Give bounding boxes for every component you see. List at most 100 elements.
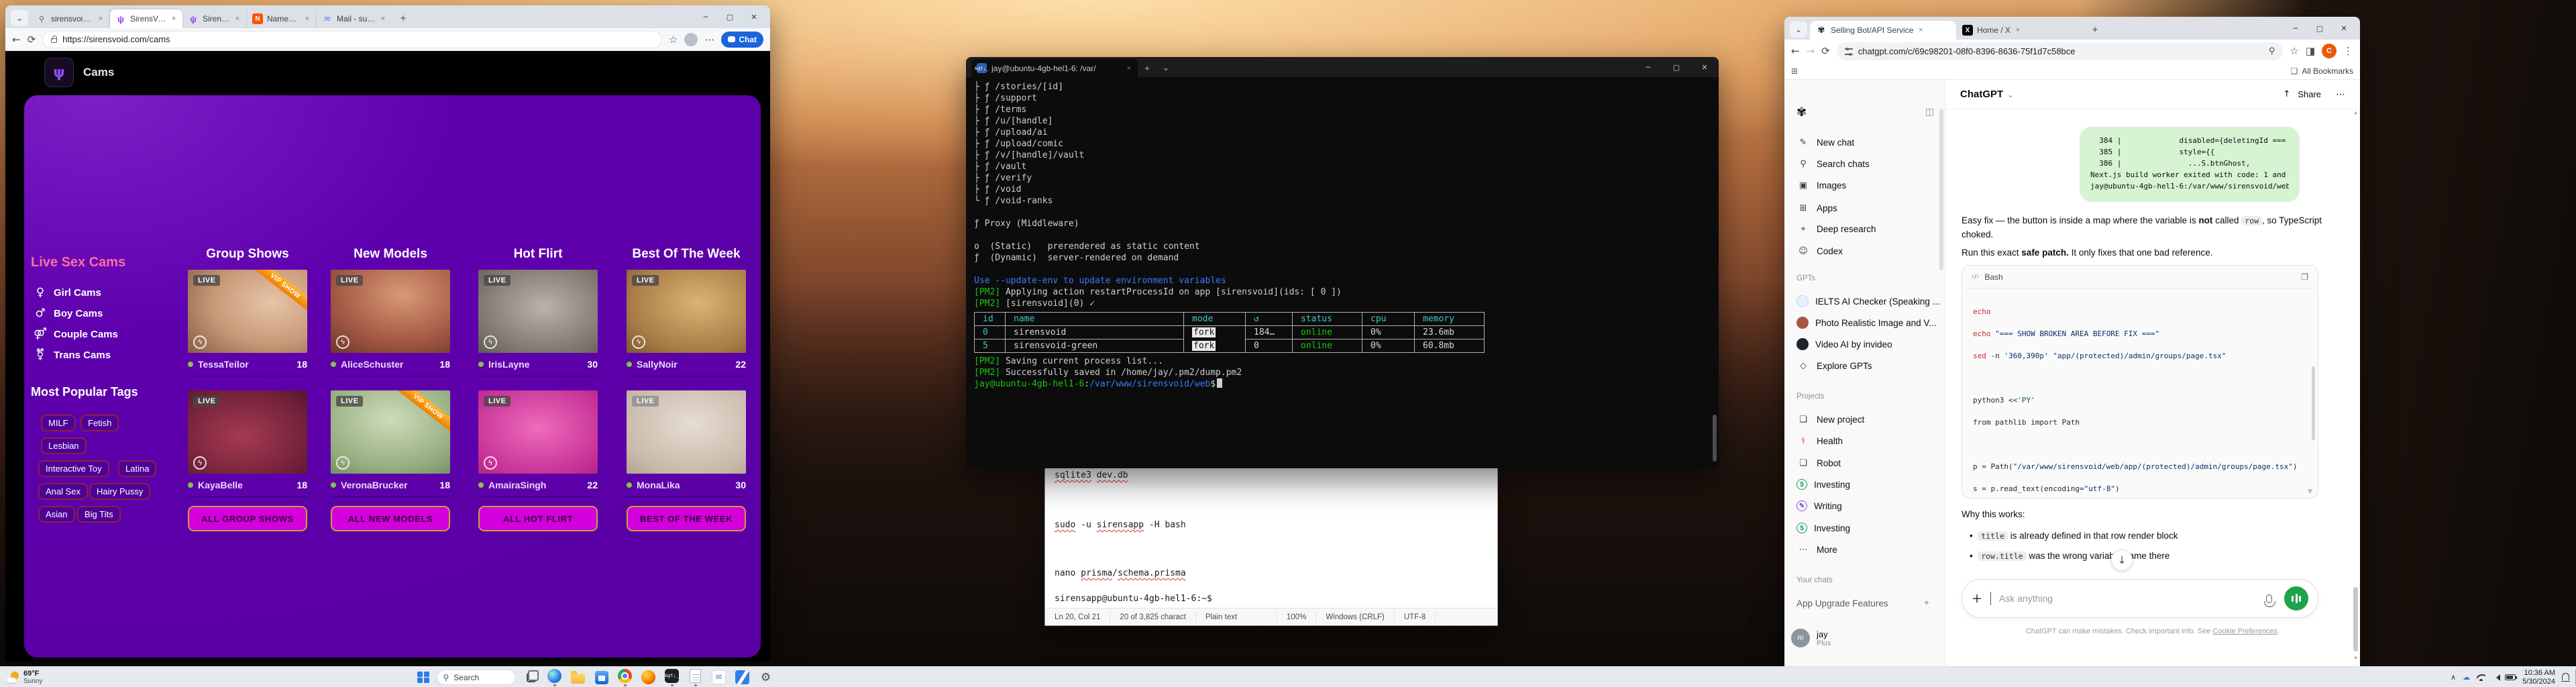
address-bar[interactable]: https://sirensvoid.com/cams [42, 31, 662, 48]
best-of-the-week-button[interactable]: BEST OF THE WEEK [627, 506, 746, 531]
model-card-thumb[interactable]: LIVE VIP SHOW ϟ [331, 390, 450, 474]
close-button[interactable]: ✕ [1690, 58, 1719, 77]
sidebar-item-deep-research[interactable]: ⌖Deep research [1784, 219, 1945, 238]
sidebar-item-video-ai[interactable]: Video AI by invideo [1784, 335, 1945, 354]
model-name-row[interactable]: VeronaBrucker 18 [331, 476, 450, 494]
browser-tab-sirensvoid-2[interactable]: ψ SirensVoid × [182, 9, 247, 28]
edge-taskbar-icon[interactable] [547, 669, 563, 686]
model-card-thumb[interactable]: LIVE ϟ [331, 270, 450, 353]
minimize-button[interactable]: ─ [2284, 19, 2308, 37]
address-bar[interactable]: chatgpt.com/c/69c98201-08f0-8396-8636-75… [1837, 42, 2284, 60]
close-button[interactable]: ✕ [742, 8, 766, 25]
back-button[interactable]: ← [12, 34, 21, 46]
forward-button[interactable]: → [1807, 45, 1815, 57]
tab-close-icon[interactable]: × [380, 15, 386, 23]
model-card-thumb[interactable]: LIVE ϟ [188, 390, 307, 474]
chat-scrollbar[interactable]: ▲ ▼ [2352, 111, 2359, 661]
tab-search-chevron[interactable]: ⌄ [11, 10, 28, 26]
refresh-button[interactable]: ⟳ [28, 34, 36, 46]
sidebar-scrollbar[interactable] [1939, 109, 1943, 270]
sidebar-item-robot[interactable]: ❏Robot [1784, 454, 1945, 472]
terminal-scrollbar[interactable] [1713, 415, 1717, 462]
notepad-taskbar-icon[interactable] [688, 669, 704, 686]
sidebar-item-girl-cams[interactable]: ♀ Girl Cams [34, 286, 101, 299]
tag-chip[interactable]: Lesbian [41, 437, 87, 454]
settings-menu-icon[interactable]: ⋯ [704, 34, 714, 46]
copy-code-icon[interactable]: ❐ [2301, 272, 2308, 282]
new-tab-button[interactable]: + [2086, 21, 2104, 38]
line-ending[interactable]: Windows (CRLF) [1316, 612, 1395, 623]
hidden-icons-chevron[interactable]: ∧ [2451, 673, 2456, 682]
sidebar-item-investing-2[interactable]: $Investing [1784, 519, 1945, 537]
sidebar-item-ielts-checker[interactable]: IELTS AI Checker (Speaking ... [1784, 292, 1945, 311]
sidebar-item-more[interactable]: ⋯More [1784, 540, 1945, 559]
sidebar-item-investing[interactable]: $Investing [1784, 475, 1945, 494]
notepad-line[interactable]: sqlite3 dev.db [1055, 470, 1128, 480]
sidebar-item-trans-cams[interactable]: ⚧ Trans Cams [34, 348, 111, 362]
conversation-menu-icon[interactable]: ⋯ [2336, 89, 2345, 100]
tab-close-icon[interactable]: × [97, 15, 104, 23]
all-hot-flirt-button[interactable]: ALL HOT FLIRT [478, 506, 598, 531]
terminal-dropdown-icon[interactable]: ⌄ [1157, 59, 1175, 77]
sidebar-item-photo-realistic[interactable]: Photo Realistic Image and V... [1784, 313, 1945, 332]
sidebar-item-boy-cams[interactable]: ♂ Boy Cams [34, 307, 103, 320]
all-group-shows-button[interactable]: ALL GROUP SHOWS [188, 506, 307, 531]
model-card-thumb[interactable]: LIVE ϟ [478, 390, 598, 474]
start-button[interactable] [417, 672, 429, 684]
sidebar-item-writing[interactable]: ✎Writing [1784, 496, 1945, 515]
favorite-star-icon[interactable]: ☆ [669, 34, 678, 46]
tag-chip[interactable]: Fetish [80, 415, 119, 431]
minimize-button[interactable]: ─ [1634, 58, 1662, 77]
sidebar-item-couple-cams[interactable]: ⚤ Couple Cams [34, 327, 118, 341]
browser-tab-mail[interactable]: ✉ Mail - support@sirensv × [317, 9, 392, 28]
browser-tab-search[interactable]: ⚲ sirensvoid - Search × [31, 9, 110, 28]
model-card-thumb[interactable]: LIVE ϟ [627, 270, 746, 353]
model-name-row[interactable]: TessaTeilor 18 [188, 356, 307, 373]
mail-taskbar-icon[interactable]: ✉ [711, 669, 727, 686]
chrome-menu-icon[interactable]: ⋮ [2343, 45, 2353, 57]
maximize-button[interactable]: ▢ [2308, 19, 2332, 37]
file-explorer-icon[interactable] [570, 669, 586, 686]
attach-plus-icon[interactable]: + [1972, 591, 1982, 606]
sidebar-item-new-chat[interactable]: ✎New chat [1784, 133, 1945, 152]
tab-close-icon[interactable]: × [1126, 64, 1132, 72]
terminal-taskbar-icon[interactable]: &gt;_ [664, 669, 680, 686]
close-button[interactable]: ✕ [2332, 19, 2356, 37]
back-button[interactable]: ← [1791, 45, 1800, 57]
model-name-row[interactable]: IrisLayne 30 [478, 356, 598, 373]
model-name-row[interactable]: MonaLika 30 [627, 476, 746, 494]
browser-tab-sirensvoid[interactable]: ψ SirensVoid × [110, 9, 182, 28]
account-button[interactable]: RI jay Plus [1791, 629, 1831, 647]
browser-tab-chatgpt[interactable]: ✾ Selling Bot/API Service × [1810, 21, 1956, 40]
model-card-thumb[interactable]: LIVE [627, 390, 746, 474]
all-bookmarks-button[interactable]: All Bookmarks [2302, 66, 2353, 76]
maximize-button[interactable]: ▢ [1662, 58, 1690, 77]
code-scrollbar[interactable] [2312, 366, 2315, 440]
profile-avatar[interactable]: C [2322, 44, 2337, 58]
edge-chat-button[interactable]: Chat [721, 32, 763, 48]
chrome-taskbar-icon[interactable] [617, 669, 633, 686]
sidebar-item-health[interactable]: ⚕Health [1784, 431, 1945, 450]
model-name-row[interactable]: KayaBelle 18 [188, 476, 307, 494]
tag-chip[interactable]: Interactive Toy [38, 460, 109, 477]
voice-mode-button[interactable] [2284, 586, 2308, 611]
notepad-line[interactable]: sirensapp@ubuntu-4gb-hel1-6:~$ [1055, 594, 1212, 604]
message-composer[interactable]: + Ask anything [1962, 579, 2318, 618]
new-tab-button[interactable]: + [394, 10, 412, 26]
zoom-icon[interactable]: ⚲ [2269, 46, 2275, 56]
model-card-thumb[interactable]: LIVE ϟ [478, 270, 598, 353]
notepad-line[interactable]: nano prisma/schema.prisma [1055, 568, 1186, 578]
tab-close-icon[interactable]: × [1917, 26, 1924, 34]
cookie-preferences-link[interactable]: Cookie Preferences [2212, 627, 2277, 635]
network-volume-battery-group[interactable] [2477, 674, 2516, 681]
tag-chip[interactable]: Asian [38, 506, 75, 523]
taskbar-clock[interactable]: 10:36 AM 5/30/2024 [2522, 669, 2555, 686]
share-button[interactable]: Share [2298, 89, 2321, 99]
bookmark-star-icon[interactable]: ☆ [2290, 45, 2298, 57]
sidebar-item-new-project[interactable]: ❏New project [1784, 410, 1945, 429]
notification-bell-icon[interactable] [2562, 673, 2569, 680]
tab-close-icon[interactable]: × [2015, 26, 2021, 34]
side-panel-icon[interactable]: ◨ [2306, 45, 2315, 57]
encoding[interactable]: UTF-8 [1395, 612, 1436, 623]
maximize-button[interactable]: ▢ [718, 8, 742, 25]
